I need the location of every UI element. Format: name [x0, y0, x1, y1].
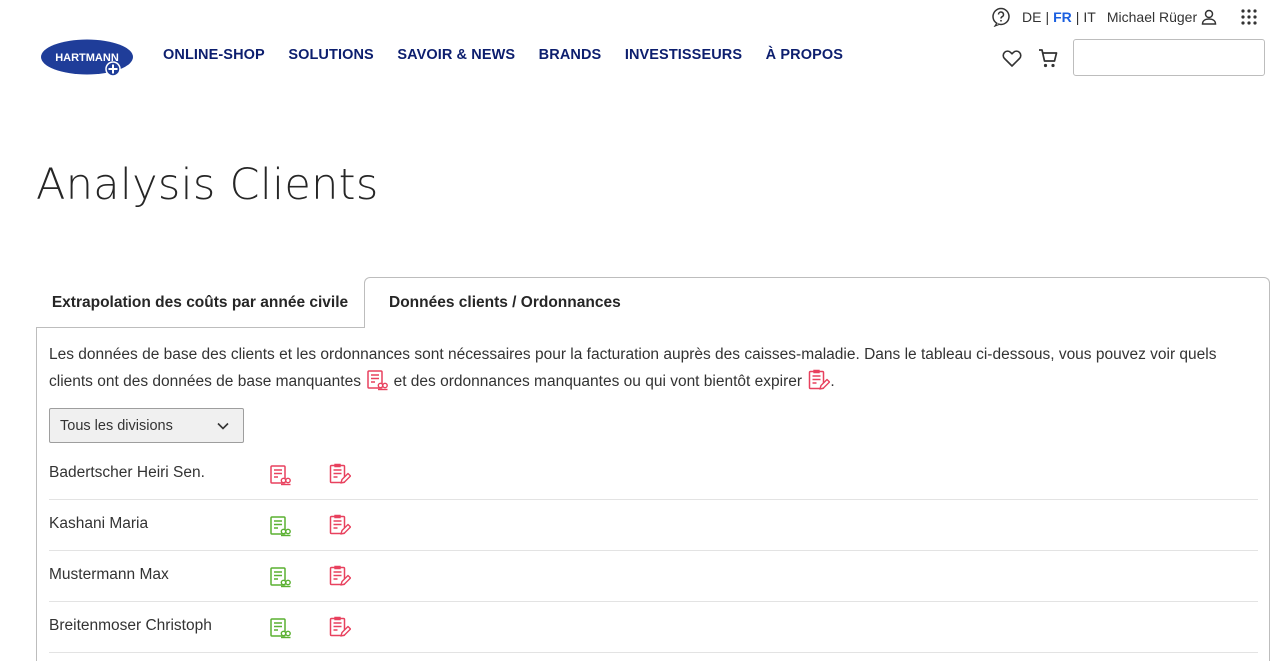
apps-grid-icon[interactable]	[1239, 7, 1259, 27]
client-row[interactable]: Breitenmoser Christoph	[49, 602, 1258, 653]
nav-investisseurs[interactable]: INVESTISSEURS	[625, 47, 742, 63]
nav-solutions[interactable]: SOLUTIONS	[288, 47, 374, 63]
missing-master-data-icon	[365, 368, 389, 392]
tab-extrapolation[interactable]: Extrapolation des coûts par année civile	[36, 277, 364, 328]
description-text: Les données de base des clients et les o…	[49, 342, 1249, 395]
client-name: Breitenmoser Christoph	[49, 617, 212, 634]
lang-it[interactable]: IT	[1083, 9, 1095, 25]
nav-a-propos[interactable]: À PROPOS	[766, 47, 843, 63]
tab-donnees-clients[interactable]: Données clients / Ordonnances	[364, 277, 1270, 328]
description-part-2: et des ordonnances manquantes ou qui von…	[393, 373, 803, 390]
hartmann-logo[interactable]: HARTMANN	[41, 39, 135, 79]
nav-brands[interactable]: BRANDS	[539, 47, 602, 63]
division-select[interactable]: Tous les divisions	[49, 408, 244, 443]
client-name: Kashani Maria	[49, 515, 149, 532]
prescription-missing-icon[interactable]	[327, 615, 351, 639]
prescription-missing-icon[interactable]	[327, 462, 351, 486]
prescription-missing-icon[interactable]	[327, 513, 351, 537]
cart-icon[interactable]	[1037, 47, 1059, 69]
user-icon[interactable]	[1199, 7, 1219, 27]
main-nav: ONLINE-SHOP SOLUTIONS SAVOIR & NEWS BRAN…	[163, 47, 867, 63]
client-row[interactable]: Badertscher Heiri Sen.	[49, 449, 1258, 500]
lang-fr[interactable]: FR	[1053, 9, 1072, 25]
site-header: HARTMANN ONLINE-SHOP SOLUTIONS SAVOIR & …	[0, 0, 1280, 100]
client-row[interactable]: Mustermann Max	[49, 551, 1258, 602]
nav-online-shop[interactable]: ONLINE-SHOP	[163, 47, 265, 63]
client-name: Mustermann Max	[49, 566, 169, 583]
lang-separator: |	[1045, 9, 1050, 25]
division-select-value: Tous les divisions	[60, 417, 173, 434]
expiring-prescription-icon	[806, 368, 830, 392]
master-data-ok-icon[interactable]	[268, 616, 292, 640]
master-data-ok-icon[interactable]	[268, 514, 292, 538]
help-icon[interactable]	[990, 6, 1012, 28]
lang-separator: |	[1075, 9, 1080, 25]
client-name: Badertscher Heiri Sen.	[49, 464, 205, 481]
search-input[interactable]	[1073, 39, 1265, 76]
chevron-down-icon	[217, 422, 229, 430]
description-end: .	[830, 373, 835, 390]
nav-savoir-news[interactable]: SAVOIR & NEWS	[397, 47, 515, 63]
page-title: Analysis Clients	[36, 160, 379, 210]
master-data-missing-icon[interactable]	[268, 463, 292, 487]
client-list: Badertscher Heiri Sen. Kashani Maria Mus…	[49, 449, 1258, 653]
user-name[interactable]: Michael Rüger	[1107, 9, 1197, 25]
client-row[interactable]: Kashani Maria	[49, 500, 1258, 551]
master-data-ok-icon[interactable]	[268, 565, 292, 589]
heart-icon[interactable]	[1001, 47, 1023, 69]
lang-de[interactable]: DE	[1022, 9, 1041, 25]
prescription-missing-icon[interactable]	[327, 564, 351, 588]
utility-bar: DE | FR | IT Michael Rüger	[990, 6, 1259, 28]
